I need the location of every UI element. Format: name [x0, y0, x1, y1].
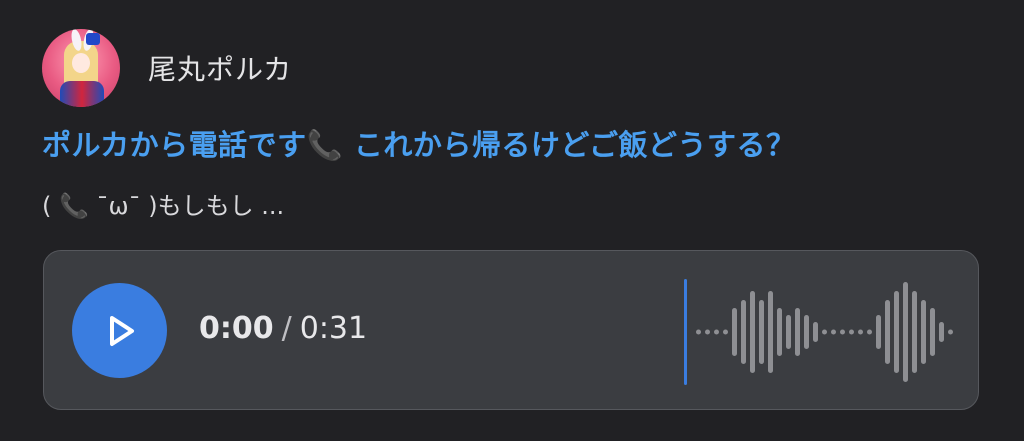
waveform-bar [750, 291, 755, 373]
waveform-bar [786, 315, 791, 349]
time-display: 0:00/0:31 [199, 311, 367, 346]
waveform-bar [939, 322, 944, 342]
waveform-bar [930, 308, 935, 356]
waveform-bars [696, 282, 953, 382]
waveform[interactable] [684, 279, 964, 385]
duration: 0:31 [299, 311, 368, 346]
voice-post-card: 尾丸ポルカ ポルカから電話です📞 これから帰るけどご飯どうする？ ( 📞 ˉωˉ… [0, 0, 1024, 441]
waveform-bar [732, 308, 737, 356]
waveform-bar [831, 329, 836, 335]
author-name[interactable]: 尾丸ポルカ [148, 48, 292, 88]
waveform-bar [759, 300, 764, 364]
audio-player: 0:00/0:31 [43, 250, 979, 410]
waveform-bar [858, 329, 863, 335]
waveform-bar [849, 329, 854, 335]
waveform-bar [768, 291, 773, 373]
post-title[interactable]: ポルカから電話です📞 これから帰るけどご飯どうする？ [42, 122, 795, 164]
waveform-bar [885, 300, 890, 364]
post-header: 尾丸ポルカ [42, 28, 292, 108]
current-time: 0:00 [199, 311, 274, 346]
waveform-bar [804, 315, 809, 349]
waveform-bar [876, 315, 881, 349]
waveform-bar [714, 329, 719, 335]
waveform-bar [903, 282, 908, 382]
playhead [684, 279, 687, 385]
waveform-bar [822, 329, 827, 335]
waveform-bar [894, 291, 899, 373]
waveform-bar [912, 291, 917, 373]
waveform-bar [948, 329, 953, 335]
waveform-bar [840, 329, 845, 335]
waveform-bar [921, 300, 926, 364]
post-subtitle: ( 📞 ˉωˉ )もしもし ... [42, 192, 285, 220]
waveform-bar [777, 308, 782, 356]
waveform-bar [795, 308, 800, 356]
avatar[interactable] [42, 29, 120, 107]
waveform-bar [723, 329, 728, 335]
waveform-bar [741, 300, 746, 364]
play-button[interactable] [72, 283, 167, 378]
waveform-bar [813, 322, 818, 342]
waveform-bar [696, 329, 701, 335]
waveform-bar [705, 329, 710, 335]
waveform-bar [867, 329, 872, 335]
play-icon [109, 315, 134, 346]
time-separator: / [281, 311, 292, 346]
